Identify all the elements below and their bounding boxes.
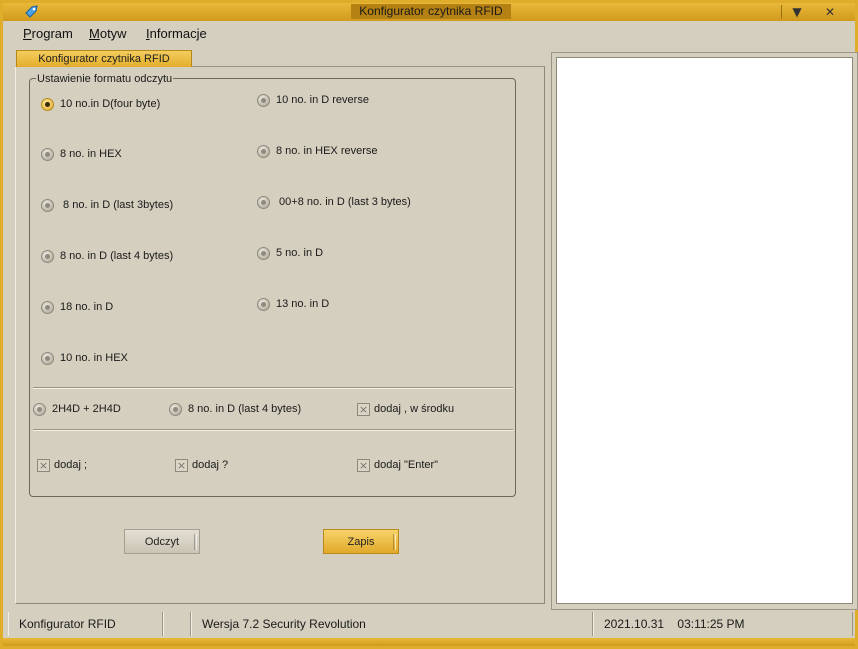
radio-5-no-in-d[interactable]: 5 no. in D <box>257 245 323 261</box>
radio-label: 8 no. in D (last 4 bytes) <box>60 250 174 262</box>
output-textarea[interactable] <box>556 57 853 604</box>
radio-18-no-in-d[interactable]: 18 no. in D <box>41 299 113 315</box>
app-tag-icon[interactable] <box>23 4 39 20</box>
radio-selected-icon <box>41 97 54 111</box>
checkbox-x-icon: × <box>37 458 50 472</box>
radio-icon <box>257 297 270 311</box>
radio-00-8-no-in-d-last-3-bytes[interactable]: 00+8 no. in D (last 3 bytes) <box>257 194 411 210</box>
checkbox-x-icon: × <box>175 458 188 472</box>
status-bar: Konfigurator RFID Wersja 7.2 Security Re… <box>8 612 853 636</box>
title-separator <box>781 5 782 19</box>
menu-program[interactable]: Program <box>23 26 73 41</box>
checkbox-label: dodaj ? <box>192 459 229 471</box>
format-group-title: Ustawienie formatu odczytu <box>36 73 174 85</box>
checkbox-label: dodaj , w środku <box>374 403 455 415</box>
checkbox-add-enter[interactable]: × dodaj "Enter" <box>357 457 438 473</box>
menu-program-accel: P <box>23 26 32 41</box>
menu-motyw-accel: M <box>89 26 100 41</box>
read-button[interactable]: Odczyt <box>124 529 200 554</box>
save-button[interactable]: Zapis <box>323 529 399 554</box>
radio-label: 10 no.in D(four byte) <box>60 98 161 110</box>
group-divider <box>33 429 513 431</box>
menu-program-label: rogram <box>31 26 73 41</box>
status-datetime: 2021.10.31 03:11:25 PM <box>593 612 853 636</box>
radio-icon <box>33 402 46 416</box>
app-window: Konfigurator czytnika RFID ▼ ✕ Program M… <box>0 0 858 649</box>
menu-informacje-label: nformacje <box>149 26 207 41</box>
status-empty-cell <box>163 612 191 636</box>
radio-label: 5 no. in D <box>276 247 324 259</box>
radio-10-no-in-hex[interactable]: 10 no. in HEX <box>41 350 128 366</box>
checkbox-add-comma-middle[interactable]: × dodaj , w środku <box>357 401 454 417</box>
radio-10-no-in-d-four-byte[interactable]: 10 no.in D(four byte) <box>41 96 160 112</box>
radio-icon <box>41 147 54 161</box>
menu-informacje[interactable]: Informacje <box>146 26 207 41</box>
window-title: Konfigurator czytnika RFID <box>351 4 511 19</box>
save-button-label: Zapis <box>347 536 375 548</box>
radio-icon <box>41 300 54 314</box>
radio-label: 10 no. in HEX <box>60 352 128 364</box>
menu-motyw[interactable]: Motyw <box>89 26 127 41</box>
group-divider <box>33 387 513 389</box>
radio-icon <box>257 246 270 260</box>
checkbox-add-semicolon[interactable]: × dodaj ; <box>37 457 87 473</box>
window-menu-button[interactable]: ▼ <box>785 3 809 21</box>
radio-label: 13 no. in D <box>276 298 330 310</box>
radio-label: 18 no. in D <box>60 301 114 313</box>
checkbox-add-question[interactable]: × dodaj ? <box>175 457 228 473</box>
radio-label: 10 no. in D reverse <box>276 94 369 106</box>
radio-icon <box>257 195 270 209</box>
radio-label: 8 no. in D (last 3bytes) <box>60 199 174 211</box>
checkbox-label: dodaj ; <box>54 459 88 471</box>
radio-icon <box>41 351 54 365</box>
radio-icon <box>169 402 182 416</box>
radio-10-no-in-d-reverse[interactable]: 10 no. in D reverse <box>257 92 369 108</box>
radio-icon <box>257 93 270 107</box>
menu-motyw-label: otyw <box>99 26 127 41</box>
format-groupbox <box>29 78 516 497</box>
radio-13-no-in-d[interactable]: 13 no. in D <box>257 296 329 312</box>
radio-label: 8 no. in HEX reverse <box>276 145 378 157</box>
status-app-name: Konfigurator RFID <box>8 612 163 636</box>
radio-label: 2H4D + 2H4D <box>52 403 121 415</box>
menu-bar: Program Motyw Informacje <box>3 22 855 44</box>
radio-icon <box>257 144 270 158</box>
bottom-border <box>3 638 855 646</box>
status-version: Wersja 7.2 Security Revolution <box>191 612 593 636</box>
radio-8-no-in-d-last-4-bytes-alt[interactable]: 8 no. in D (last 4 bytes) <box>169 401 301 417</box>
button-grip <box>393 534 396 550</box>
checkbox-label: dodaj "Enter" <box>374 459 439 471</box>
radio-8-no-in-hex[interactable]: 8 no. in HEX <box>41 146 122 162</box>
radio-8-no-in-d-last-3bytes[interactable]: 8 no. in D (last 3bytes) <box>41 197 173 213</box>
tab-configurator[interactable]: Konfigurator czytnika RFID <box>16 50 192 67</box>
radio-icon <box>41 249 54 263</box>
radio-icon <box>41 198 54 212</box>
checkbox-x-icon: × <box>357 402 370 416</box>
checkbox-x-icon: × <box>357 458 370 472</box>
close-button[interactable]: ✕ <box>818 3 842 21</box>
radio-8-no-in-d-last-4-bytes[interactable]: 8 no. in D (last 4 bytes) <box>41 248 173 264</box>
read-button-label: Odczyt <box>144 536 180 548</box>
radio-label: 8 no. in HEX <box>60 148 122 160</box>
radio-8-no-in-hex-reverse[interactable]: 8 no. in HEX reverse <box>257 143 378 159</box>
button-grip <box>194 534 197 550</box>
title-bar[interactable]: Konfigurator czytnika RFID ▼ ✕ <box>3 3 855 21</box>
radio-2h4d-2h4d[interactable]: 2H4D + 2H4D <box>33 401 121 417</box>
radio-label: 8 no. in D (last 4 bytes) <box>188 403 302 415</box>
radio-label: 00+8 no. in D (last 3 bytes) <box>276 196 411 208</box>
